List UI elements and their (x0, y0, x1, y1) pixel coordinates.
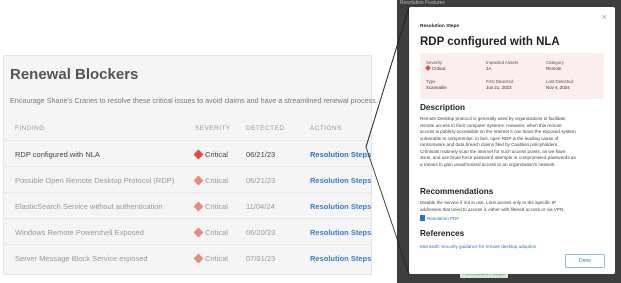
references-heading: References (420, 229, 465, 238)
done-button[interactable]: Done (565, 254, 605, 268)
meta-category-value: Remote (546, 66, 562, 71)
table-row: Windows Remote Powershell Exposed Critic… (4, 218, 371, 244)
detected-date: 06/20/23 (246, 228, 276, 237)
reference-link[interactable]: Microsoft: Security guidance for remote … (420, 244, 536, 249)
card-title: Renewal Blockers (10, 66, 139, 83)
critical-icon (193, 201, 204, 212)
backdrop-heading: Resolution Features (400, 0, 445, 6)
meta-type-label: Type (426, 79, 436, 84)
col-detected: DETECTED (246, 125, 285, 132)
finding-name: RDP configured with NLA (15, 150, 100, 159)
finding-name: Windows Remote Powershell Exposed (15, 228, 144, 237)
detected-date: 06/21/23 (246, 176, 276, 185)
detected-date: 06/21/23 (246, 150, 276, 159)
recommendations-heading: Recommendations (420, 187, 494, 196)
critical-icon (193, 253, 204, 264)
meta-assets-value: 1A (486, 66, 492, 71)
resolution-pdf-link[interactable]: Resolution PDF (420, 215, 459, 221)
resolution-steps-link[interactable]: Resolution Steps (310, 176, 371, 185)
table-row: ElasticSearch Service without authentica… (4, 192, 371, 218)
critical-icon (193, 175, 204, 186)
severity: Critical (193, 227, 228, 238)
critical-icon (193, 149, 204, 160)
meta-assets-label: Impacted Assets (486, 60, 519, 65)
finding-name: Server Message Block Service exposed (15, 254, 148, 263)
resolution-steps-link[interactable]: Resolution Steps (310, 254, 371, 263)
meta-type-value: Scannable (426, 85, 447, 90)
table-row: Possible Open Remote Desktop Protocol (R… (4, 166, 371, 192)
col-actions: ACTIONS (310, 125, 342, 132)
severity: Critical (193, 175, 228, 186)
col-finding: FINDING (15, 125, 45, 132)
meta-last-label: Last Detected (546, 79, 574, 84)
critical-icon (193, 227, 204, 238)
screenshot-stage: Renewal Blockers Encourage Shane's Crane… (0, 0, 621, 283)
meta-severity-value: Critical (425, 65, 445, 71)
resolution-steps-link[interactable]: Resolution Steps (310, 150, 371, 159)
resolution-steps-link[interactable]: Resolution Steps (310, 228, 371, 237)
detected-date: 11/04/24 (246, 202, 275, 211)
meta-severity-label: Severity (426, 60, 442, 65)
severity: Critical (193, 201, 228, 212)
pdf-icon (420, 215, 425, 221)
description-heading: Description (420, 103, 466, 112)
severity: Critical (193, 149, 228, 160)
meta-last-value: Nov 4, 2024 (546, 85, 570, 90)
description-text: Remote Desktop protocol is generally use… (420, 116, 576, 167)
card-description: Encourage Shane's Cranes to resolve thes… (10, 96, 378, 105)
renewal-blockers-card: Renewal Blockers Encourage Shane's Crane… (3, 55, 378, 275)
table-row: RDP configured with NLA Critical 06/21/2… (4, 140, 371, 166)
severity: Critical (193, 253, 228, 264)
resolution-steps-link[interactable]: Resolution Steps (310, 202, 371, 211)
recommendations-text: Disable the service if not in use. Limit… (420, 200, 565, 212)
critical-icon (425, 65, 431, 71)
close-icon[interactable]: × (602, 12, 607, 22)
finding-name: ElasticSearch Service without authentica… (15, 202, 163, 211)
finding-name: Possible Open Remote Desktop Protocol (R… (15, 176, 175, 185)
meta-category-label: Category (546, 60, 564, 65)
resolution-steps-modal: × Resolution Steps RDP configured with N… (409, 7, 615, 274)
meta-first-label: First Detected (486, 79, 514, 84)
meta-first-value: Jun 21, 2023 (486, 85, 512, 90)
table-header: FINDING SEVERITY DETECTED ACTIONS (4, 120, 371, 136)
detected-date: 07/01/23 (246, 254, 276, 263)
col-severity: SEVERITY (195, 125, 231, 132)
table-row: Server Message Block Service exposed Cri… (4, 244, 371, 270)
modal-eyebrow: Resolution Steps (420, 24, 460, 29)
finding-meta-panel: Severity Critical Impacted Assets 1A Cat… (420, 53, 604, 99)
modal-title: RDP configured with NLA (420, 36, 560, 48)
